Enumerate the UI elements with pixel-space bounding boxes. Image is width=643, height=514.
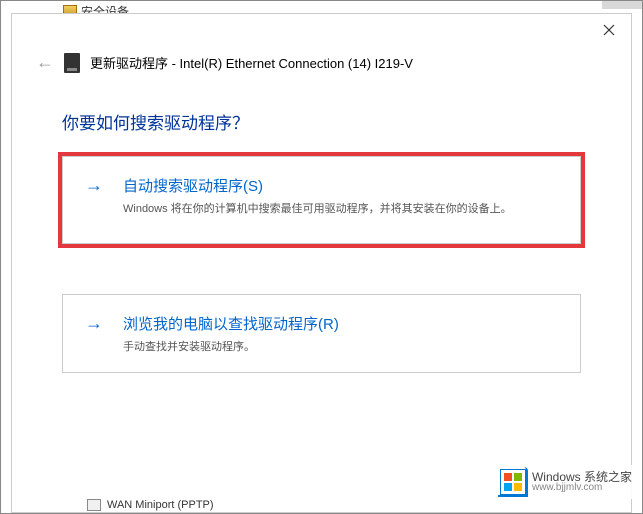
tree-fragment-bottom: WAN Miniport (PPTP)	[87, 499, 214, 511]
option-desc: Windows 将在你的计算机中搜索最佳可用驱动程序，并将其安装在你的设备上。	[123, 200, 558, 216]
option-browse-computer[interactable]: → 浏览我的电脑以查找驱动程序(R) 手动查找并安装驱动程序。	[62, 294, 581, 373]
dialog-header	[12, 14, 631, 44]
windows-logo-icon	[500, 469, 526, 495]
watermark-url: www.bjjmlv.com	[532, 483, 632, 493]
option-desc: 手动查找并安装驱动程序。	[123, 338, 558, 354]
option-title: 自动搜索驱动程序(S)	[123, 175, 558, 196]
dialog-title-row: ← 更新驱动程序 - Intel(R) Ethernet Connection …	[12, 44, 631, 73]
arrow-right-icon: →	[85, 175, 103, 196]
device-icon	[64, 53, 80, 73]
close-icon	[603, 24, 615, 36]
back-arrow-icon[interactable]: ←	[36, 52, 54, 73]
watermark-text: Windows 系统之家 www.bjjmlv.com	[532, 471, 632, 493]
options-container: → 自动搜索驱动程序(S) Windows 将在你的计算机中搜索最佳可用驱动程序…	[12, 156, 631, 373]
watermark: Windows 系统之家 www.bjjmlv.com	[494, 465, 638, 499]
close-button[interactable]	[599, 20, 619, 40]
option-auto-search[interactable]: → 自动搜索驱动程序(S) Windows 将在你的计算机中搜索最佳可用驱动程序…	[62, 156, 581, 244]
update-driver-dialog: ← 更新驱动程序 - Intel(R) Ethernet Connection …	[11, 13, 632, 513]
network-adapter-icon	[87, 499, 101, 511]
tree-item-label: WAN Miniport (PPTP)	[107, 499, 214, 511]
option-title: 浏览我的电脑以查找驱动程序(R)	[123, 313, 558, 334]
scrollbar-fragment	[602, 1, 642, 9]
dialog-title: 更新驱动程序 - Intel(R) Ethernet Connection (1…	[90, 53, 413, 72]
dialog-question: 你要如何搜索驱动程序？	[12, 73, 631, 156]
arrow-right-icon: →	[85, 313, 103, 334]
